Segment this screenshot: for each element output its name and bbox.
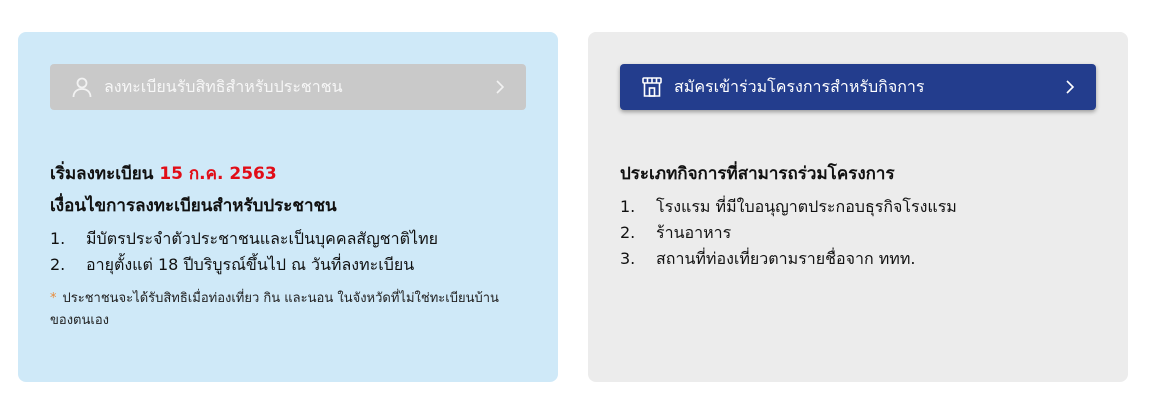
conditions-title: เงื่อนไขการลงทะเบียนสำหรับประชาชน [50,196,337,216]
list-item: 1. โรงแรม ที่มีใบอนุญาตประกอบธุรกิจโรงแร… [620,194,1104,220]
list-item-text: มีบัตรประจำตัวประชาชนและเป็นบุคคลสัญชาติ… [86,229,438,248]
business-signup-label: สมัครเข้าร่วมโครงการสำหรับกิจการ [674,76,925,96]
user-icon [70,75,94,99]
business-types-list: 1. โรงแรม ที่มีใบอนุญาตประกอบธุรกิจโรงแร… [620,194,1104,272]
list-item-text: สถานที่ท่องเที่ยวตามรายชื่อจาก ททท. [656,249,916,268]
registration-start-date: 15 ก.ค. 2563 [159,164,277,184]
note-text: ประชาชนจะได้รับสิทธิเมื่อท่องเที่ยว กิน … [50,291,499,328]
list-item: 2. ร้านอาหาร [620,220,1104,246]
list-item: 1. มีบัตรประจำตัวประชาชนและเป็นบุคคลสัญช… [50,226,534,252]
eligibility-note: * ประชาชนจะได้รับสิทธิเมื่อท่องเที่ยว กิน… [50,288,520,332]
list-item: 2. อายุตั้งแต่ 18 ปีบริบูรณ์ขึ้นไป ณ วัน… [50,252,534,278]
citizen-register-button[interactable]: ลงทะเบียนรับสิทธิสำหรับประชาชน [50,64,526,110]
registration-start: เริ่มลงทะเบียน 15 ก.ค. 2563 [50,158,534,190]
citizen-card: ลงทะเบียนรับสิทธิสำหรับประชาชน เริ่มลงทะ… [18,32,558,382]
citizen-info: เริ่มลงทะเบียน 15 ก.ค. 2563 เงื่อนไขการล… [50,158,534,332]
list-item-text: อายุตั้งแต่ 18 ปีบริบูรณ์ขึ้นไป ณ วันที่… [86,255,415,274]
list-item-number: 1. [620,197,636,216]
list-item: 3. สถานที่ท่องเที่ยวตามรายชื่อจาก ททท. [620,246,1104,272]
citizen-register-label: ลงทะเบียนรับสิทธิสำหรับประชาชน [104,76,343,96]
business-info: ประเภทกิจการที่สามารถร่วมโครงการ 1. โรงแ… [620,158,1104,272]
list-item-text: โรงแรม ที่มีใบอนุญาตประกอบธุรกิจโรงแรม [656,197,957,216]
business-signup-button[interactable]: สมัครเข้าร่วมโครงการสำหรับกิจการ [620,64,1096,110]
list-item-number: 3. [620,249,636,268]
registration-start-prefix: เริ่มลงทะเบียน [50,164,154,184]
list-item-text: ร้านอาหาร [656,223,732,242]
business-card: สมัครเข้าร่วมโครงการสำหรับกิจการ ประเภทก… [588,32,1128,382]
shop-icon [640,75,664,99]
conditions-list: 1. มีบัตรประจำตัวประชาชนและเป็นบุคคลสัญช… [50,226,534,278]
list-item-number: 2. [50,255,66,274]
page: ลงทะเบียนรับสิทธิสำหรับประชาชน เริ่มลงทะ… [0,0,1150,402]
list-item-number: 2. [620,223,636,242]
chevron-right-icon [494,78,506,96]
note-mark: * [50,291,57,306]
business-types-title: ประเภทกิจการที่สามารถร่วมโครงการ [620,164,895,184]
chevron-right-icon [1064,78,1076,96]
list-item-number: 1. [50,229,66,248]
